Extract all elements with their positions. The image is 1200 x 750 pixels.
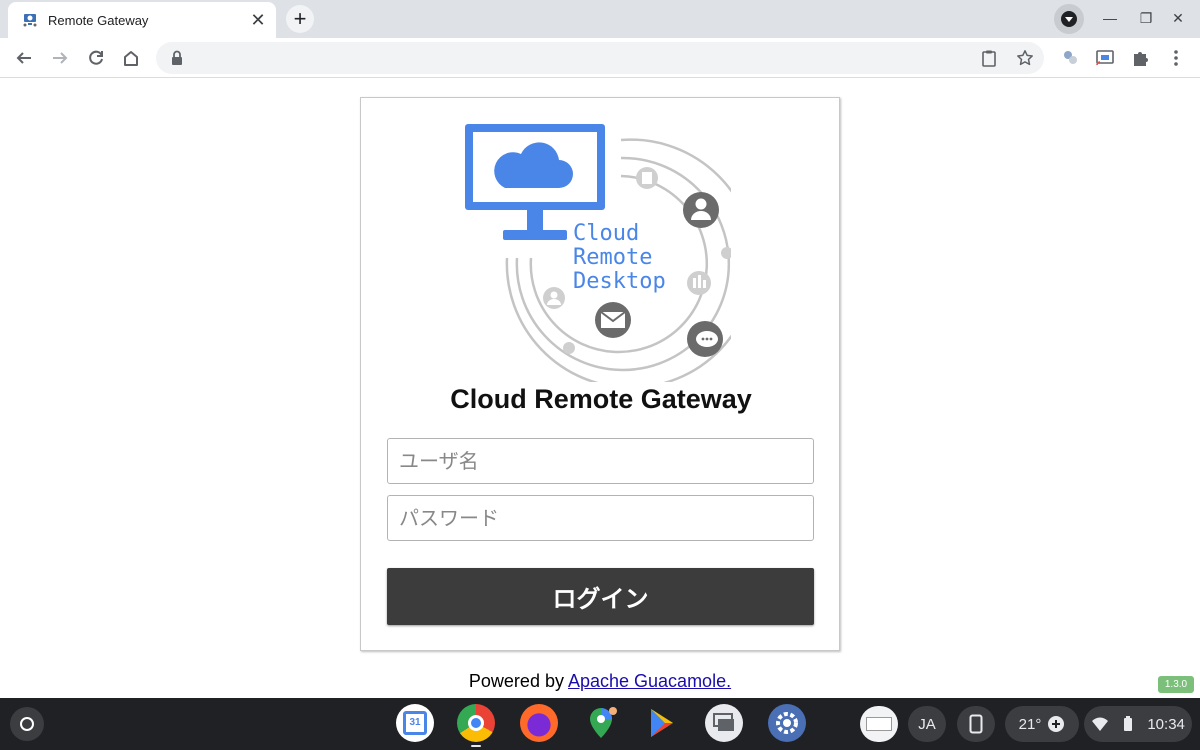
home-icon xyxy=(124,51,138,66)
logo-text-remote: Remote xyxy=(573,245,652,270)
powered-by-footer: Powered by Apache Guacamole. xyxy=(0,671,1200,692)
tab-title: Remote Gateway xyxy=(48,12,149,28)
add-circle-icon xyxy=(1048,716,1065,732)
calendar-day: 31 xyxy=(403,711,427,735)
browser-toolbar xyxy=(0,38,1200,78)
close-window-button[interactable]: ✕ xyxy=(1166,6,1190,30)
version-badge: 1.3.0 xyxy=(1158,676,1194,693)
chevron-down-icon xyxy=(1061,11,1077,27)
wifi-icon xyxy=(1092,717,1109,731)
tab-strip: Remote Gateway ✕ + — ❐ ✕ xyxy=(0,0,1200,38)
holding-space-thumbnail[interactable] xyxy=(860,706,898,742)
extensions-puzzle-icon[interactable] xyxy=(1130,48,1150,68)
shelf: 31 JA 21° 10:34 xyxy=(0,698,1200,750)
new-tab-button[interactable]: + xyxy=(286,5,314,33)
apache-guacamole-link[interactable]: Apache Guacamole. xyxy=(568,671,731,691)
password-input[interactable] xyxy=(387,495,814,541)
windows-stack-icon xyxy=(713,713,734,731)
menu-dots-icon[interactable] xyxy=(1166,48,1186,68)
play-triangle-icon xyxy=(651,709,673,737)
chrome-center-icon xyxy=(468,715,484,731)
lock-icon[interactable] xyxy=(168,49,186,67)
gear-icon xyxy=(776,712,798,734)
address-bar[interactable] xyxy=(156,42,1044,74)
home-button[interactable] xyxy=(117,44,145,72)
cloud-remote-desktop-logo: Cloud Remote Desktop xyxy=(465,124,731,382)
temperature: 21° xyxy=(1018,715,1042,733)
running-indicator xyxy=(471,745,481,747)
calendar-app-icon[interactable]: 31 xyxy=(396,704,434,742)
status-tray[interactable]: 10:34 xyxy=(1084,706,1192,742)
settings-app-icon[interactable] xyxy=(768,704,806,742)
extension-guacamole-icon[interactable] xyxy=(1060,48,1080,68)
bookmark-star-icon[interactable] xyxy=(1016,49,1034,67)
browser-tab[interactable]: Remote Gateway ✕ xyxy=(8,2,276,38)
tab-search-button[interactable] xyxy=(1054,4,1084,34)
map-pin-icon xyxy=(590,707,617,738)
back-button[interactable] xyxy=(10,44,38,72)
clock: 10:34 xyxy=(1147,715,1185,733)
powered-by-text: Powered by xyxy=(468,671,564,691)
login-button[interactable]: ログイン xyxy=(387,568,814,625)
tab-close-icon[interactable]: ✕ xyxy=(248,10,268,30)
thumbnail-preview-icon xyxy=(866,717,892,731)
login-card: Cloud Remote Desktop Cloud Remote Gatewa… xyxy=(360,97,840,651)
arrow-left-icon xyxy=(16,52,31,64)
username-input[interactable] xyxy=(387,438,814,484)
logo-text-cloud: Cloud xyxy=(573,221,639,246)
chrome-app-icon[interactable] xyxy=(457,704,495,742)
phone-icon xyxy=(969,714,983,734)
logo-text-desktop: Desktop xyxy=(573,269,666,294)
play-store-app-icon[interactable] xyxy=(643,704,681,742)
app-title: Cloud Remote Gateway xyxy=(450,384,752,414)
remote-desktop-app-icon[interactable] xyxy=(705,704,743,742)
reload-icon xyxy=(89,50,103,65)
firefox-app-icon[interactable] xyxy=(520,704,558,742)
clipboard-icon[interactable] xyxy=(980,49,998,67)
launcher-circle-icon xyxy=(20,717,34,731)
forward-button[interactable] xyxy=(46,44,74,72)
restore-button[interactable]: ❐ xyxy=(1134,6,1158,30)
reload-button[interactable] xyxy=(82,44,110,72)
weather-tray[interactable]: 21° xyxy=(1005,706,1079,742)
launcher-button[interactable] xyxy=(10,707,44,741)
battery-icon xyxy=(1124,716,1133,731)
minimize-button[interactable]: — xyxy=(1098,6,1122,30)
arrow-right-icon xyxy=(53,52,68,64)
ime-indicator[interactable]: JA xyxy=(908,706,946,742)
maps-app-icon[interactable] xyxy=(582,704,620,742)
phone-hub-button[interactable] xyxy=(957,706,995,742)
cast-icon[interactable] xyxy=(1095,48,1115,68)
remote-gateway-favicon-icon xyxy=(23,14,37,27)
